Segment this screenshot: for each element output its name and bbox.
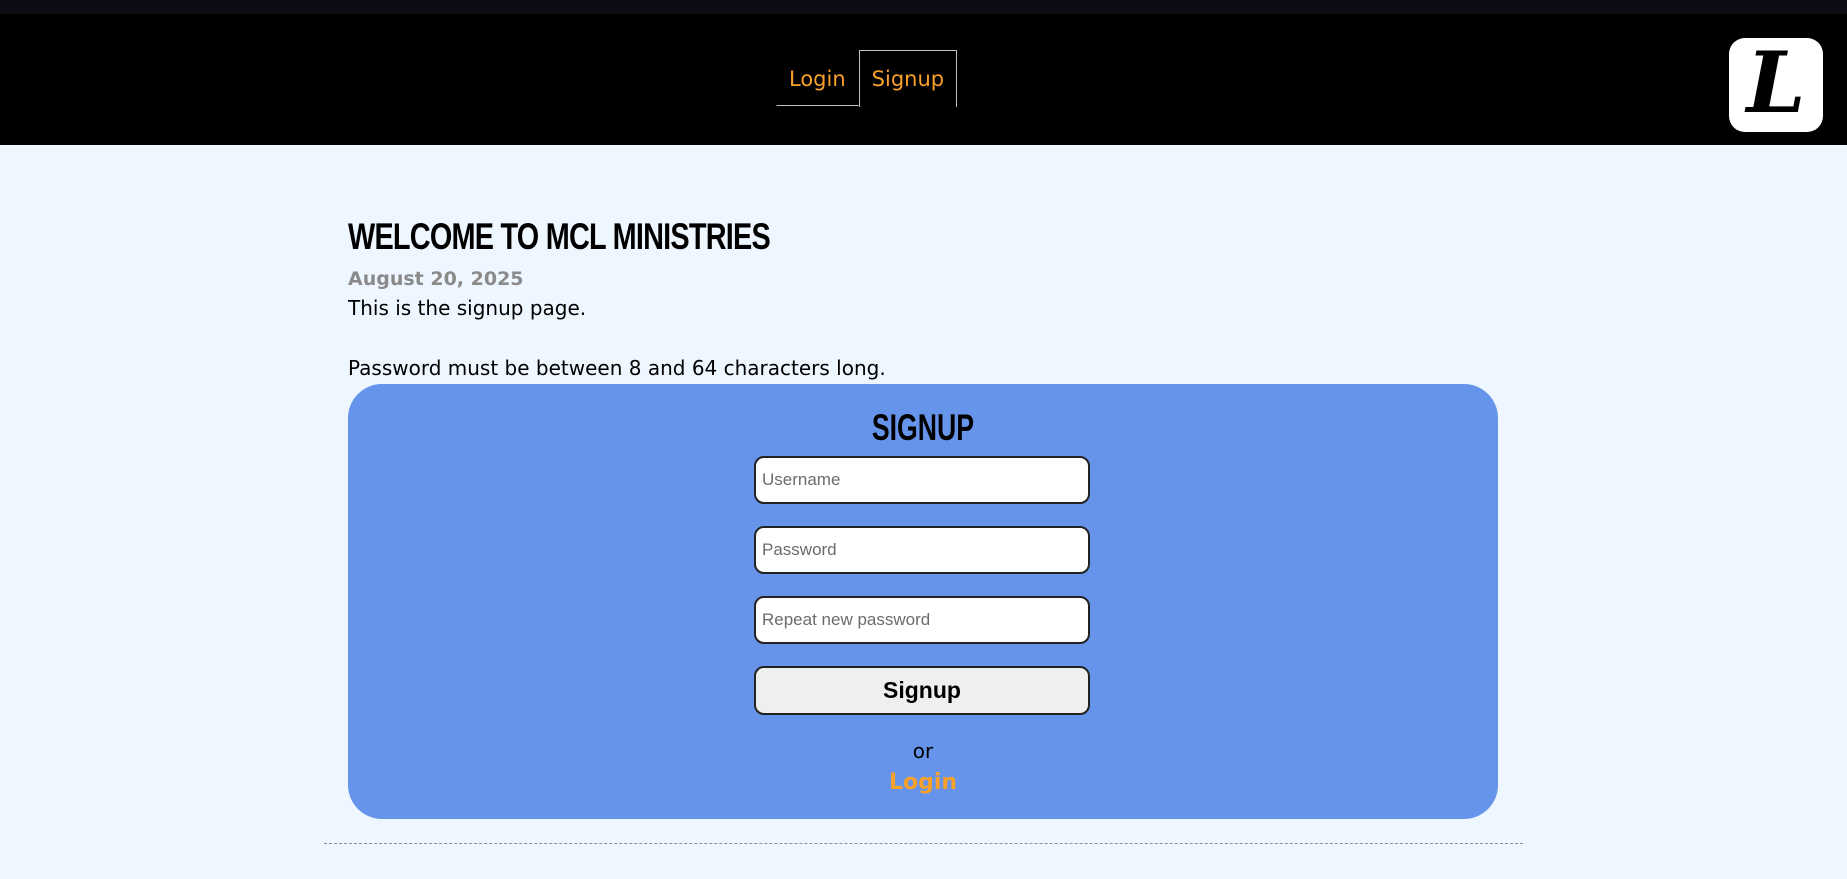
username-input[interactable] (754, 456, 1090, 504)
main-content: WELCOME TO MCL MINISTRIES August 20, 202… (348, 210, 1498, 383)
post-date: August 20, 2025 (348, 268, 524, 290)
nav-tab-login[interactable]: Login (776, 50, 859, 106)
intro-text: This is the signup page. (348, 296, 587, 320)
signup-button[interactable]: Signup (754, 666, 1090, 715)
login-link[interactable]: Login (348, 768, 1498, 798)
main-nav: Login Signup (776, 50, 958, 107)
top-strip (0, 0, 1847, 14)
or-separator-text: or (912, 739, 934, 763)
signup-card: SIGNUP Signup or Login (348, 384, 1498, 819)
site-logo[interactable]: L (1729, 38, 1823, 132)
logo-letter: L (1746, 33, 1806, 132)
password-requirement-note: Password must be between 8 and 64 charac… (348, 356, 886, 380)
nav-tab-signup[interactable]: Signup (858, 50, 958, 107)
signup-form-title: SIGNUP (348, 406, 1498, 450)
repeat-password-input[interactable] (754, 596, 1090, 644)
signup-form-title-text: SIGNUP (871, 407, 975, 448)
password-input[interactable] (754, 526, 1090, 574)
footer-divider (324, 843, 1523, 844)
site-header: Login Signup L (0, 14, 1847, 145)
page-title: WELCOME TO MCL MINISTRIES (348, 216, 771, 257)
